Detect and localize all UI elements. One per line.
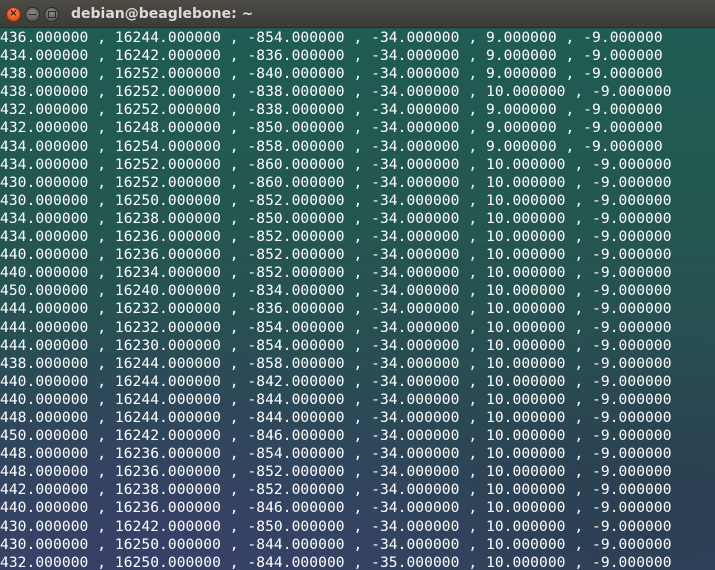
maximize-button[interactable] xyxy=(44,6,59,22)
terminal-line: 450.000000 , 16242.000000 , -846.000000 … xyxy=(0,427,672,445)
minimize-icon xyxy=(29,14,36,15)
terminal-line: 432.000000 , 16248.000000 , -850.000000 … xyxy=(0,119,663,137)
close-icon: × xyxy=(9,8,18,19)
terminal-line: 440.000000 , 16234.000000 , -852.000000 … xyxy=(0,264,672,282)
terminal-line: 442.000000 , 16238.000000 , -852.000000 … xyxy=(0,481,672,499)
terminal-line: 444.000000 , 16232.000000 , -836.000000 … xyxy=(0,300,672,318)
terminal-line: 434.000000 , 16242.000000 , -836.000000 … xyxy=(0,47,663,65)
terminal-line: 438.000000 , 16252.000000 , -840.000000 … xyxy=(0,65,663,83)
terminal-line: 438.000000 , 16244.000000 , -858.000000 … xyxy=(0,354,672,372)
close-button[interactable]: × xyxy=(6,6,21,22)
terminal-line: 430.000000 , 16250.000000 , -844.000000 … xyxy=(0,535,672,553)
terminal-line: 448.000000 , 16244.000000 , -844.000000 … xyxy=(0,408,672,426)
terminal-line: 444.000000 , 16230.000000 , -854.000000 … xyxy=(0,336,672,354)
terminal-line: 448.000000 , 16236.000000 , -852.000000 … xyxy=(0,463,672,481)
title-bar[interactable]: × debian@beaglebone: ~ xyxy=(0,0,715,28)
terminal-lines: 436.000000 , 16244.000000 , -854.000000 … xyxy=(0,29,672,570)
terminal-line: 434.000000 , 16254.000000 , -858.000000 … xyxy=(0,137,663,155)
terminal-line: 430.000000 , 16242.000000 , -850.000000 … xyxy=(0,517,672,535)
terminal-line: 432.000000 , 16252.000000 , -838.000000 … xyxy=(0,101,663,119)
minimize-button[interactable] xyxy=(25,6,40,22)
terminal-line: 440.000000 , 16244.000000 , -842.000000 … xyxy=(0,372,672,390)
terminal-line: 436.000000 , 16244.000000 , -854.000000 … xyxy=(0,29,663,46)
terminal-output[interactable]: 436.000000 , 16244.000000 , -854.000000 … xyxy=(0,28,715,570)
terminal-line: 440.000000 , 16244.000000 , -844.000000 … xyxy=(0,390,672,408)
terminal-window: × debian@beaglebone: ~ 436.000000 , 1624… xyxy=(0,0,715,570)
maximize-icon xyxy=(47,10,56,18)
window-controls: × xyxy=(6,5,59,23)
terminal-line: 440.000000 , 16236.000000 , -852.000000 … xyxy=(0,246,672,264)
terminal-line: 448.000000 , 16236.000000 , -854.000000 … xyxy=(0,445,672,463)
terminal-line: 434.000000 , 16238.000000 , -850.000000 … xyxy=(0,209,672,227)
terminal-line: 430.000000 , 16252.000000 , -860.000000 … xyxy=(0,173,672,191)
terminal-line: 434.000000 , 16236.000000 , -852.000000 … xyxy=(0,228,672,246)
window-title: debian@beaglebone: ~ xyxy=(71,6,254,22)
terminal-line: 444.000000 , 16232.000000 , -854.000000 … xyxy=(0,318,672,336)
terminal-line: 432.000000 , 16250.000000 , -844.000000 … xyxy=(0,553,672,570)
terminal-line: 450.000000 , 16240.000000 , -834.000000 … xyxy=(0,282,672,300)
terminal-line: 438.000000 , 16252.000000 , -838.000000 … xyxy=(0,83,672,101)
terminal-line: 434.000000 , 16252.000000 , -860.000000 … xyxy=(0,155,672,173)
terminal-line: 430.000000 , 16250.000000 , -852.000000 … xyxy=(0,191,672,209)
terminal-line: 440.000000 , 16236.000000 , -846.000000 … xyxy=(0,499,672,517)
